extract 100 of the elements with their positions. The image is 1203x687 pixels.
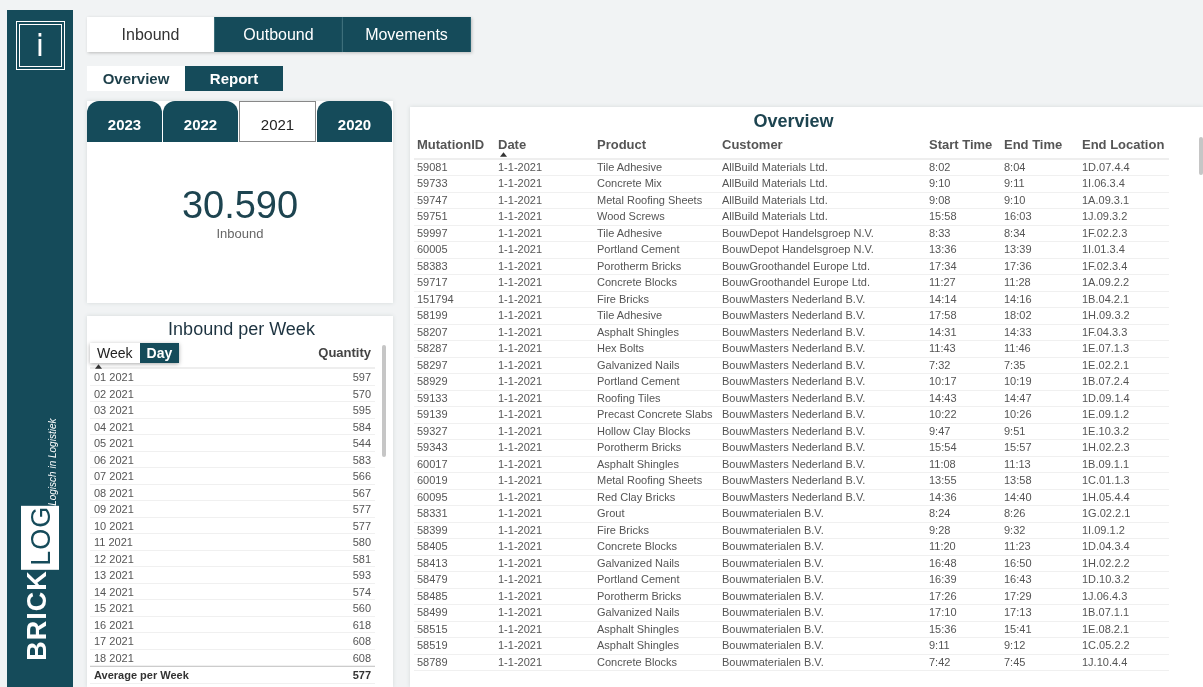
table-cell-text: 08 2021 <box>94 485 134 500</box>
table-cell: 1D.10.3.2 <box>1082 573 1130 586</box>
table-cell: 8:33 <box>929 226 951 239</box>
table-cell: Galvanized Nails <box>597 556 680 569</box>
nav-tab[interactable]: Outbound <box>215 17 343 52</box>
table-cell: 11:23 <box>1004 540 1031 553</box>
table-cell: 1-1-2021 <box>498 507 543 520</box>
year-tab[interactable]: 2020 <box>317 101 392 142</box>
table-cell: 7:42 <box>929 655 951 668</box>
year-tab[interactable]: 2022 <box>163 101 238 142</box>
table-cell: 1-1-2021 <box>498 226 543 239</box>
column-header[interactable]: Product <box>597 137 647 152</box>
table-cell-text: 581 <box>352 551 371 566</box>
table-cell: 1H.05.4.4 <box>1082 490 1130 503</box>
info-button[interactable]: i <box>15 21 65 70</box>
table-cell: 60019 <box>417 474 448 487</box>
table-cell: 58405 <box>417 540 448 553</box>
table-cell: 1H.02.2.3 <box>1082 441 1130 454</box>
table-cell: 1E.10.3.2 <box>1082 424 1130 437</box>
table-cell-text: 09 2021 <box>94 502 134 517</box>
table-cell-text: 13 2021 <box>94 568 134 583</box>
table-cell: 1-1-2021 <box>498 490 543 503</box>
table-cell: 1-1-2021 <box>498 573 543 586</box>
table-cell-text: 06 2021 <box>94 452 134 467</box>
column-header[interactable]: Date <box>498 137 527 152</box>
total-value: 577 <box>352 668 371 683</box>
table-cell: 14:31 <box>929 325 957 338</box>
view-tab[interactable]: Report <box>185 66 283 91</box>
table-cell: 9:51 <box>1004 424 1026 437</box>
column-header[interactable]: End Location <box>1082 137 1165 152</box>
table-cell: 14:14 <box>929 292 957 305</box>
table-cell: 1-1-2021 <box>498 556 543 569</box>
table-cell: Wood Screws <box>597 210 665 223</box>
column-header[interactable]: Customer <box>722 137 783 152</box>
table-cell: 1I.06.3.4 <box>1082 177 1125 190</box>
toggle-button[interactable]: Day <box>139 343 180 363</box>
table-cell: 58519 <box>417 639 448 652</box>
table-cell: BouwDepot Handelsgroep N.V. <box>722 226 874 239</box>
nav-tab[interactable]: Movements <box>343 17 471 52</box>
table-cell-text: 577 <box>352 518 371 533</box>
table-cell: 8:04 <box>1004 161 1026 173</box>
table-cell: AllBuild Materials Ltd. <box>722 210 828 223</box>
table-cell: Concrete Blocks <box>597 655 678 668</box>
table-cell: 58331 <box>417 507 448 520</box>
table-cell: 58413 <box>417 556 448 569</box>
table-cell: BouwMasters Nederland B.V. <box>722 457 866 470</box>
table-cell: 9:11 <box>929 639 950 652</box>
toggle-button[interactable]: Week <box>90 343 140 363</box>
table-cell: BouwGroothandel Europe Ltd. <box>722 276 870 289</box>
year-tab[interactable]: 2021 <box>239 101 316 142</box>
table-cell: 14:36 <box>929 490 957 503</box>
table-cell: 14:47 <box>1004 391 1032 404</box>
table-cell: Porotherm Bricks <box>597 589 682 602</box>
table-cell: 59327 <box>417 424 448 437</box>
table-cell: BouwMasters Nederland B.V. <box>722 309 866 322</box>
view-tab[interactable]: Overview <box>87 66 185 91</box>
table-cell: 59747 <box>417 193 448 206</box>
table-cell: 1H.09.3.2 <box>1082 309 1130 322</box>
year-tab[interactable]: 2023 <box>87 101 162 142</box>
table-cell: BouwMasters Nederland B.V. <box>722 408 866 421</box>
table-cell: 60095 <box>417 490 448 503</box>
column-header[interactable]: Quantity <box>318 345 371 360</box>
table-cell: 16:43 <box>1004 573 1032 586</box>
table-cell: 13:36 <box>929 243 957 256</box>
table-cell-text: 577 <box>352 502 371 517</box>
table-cell: 58207 <box>417 325 448 338</box>
table-cell: Asphalt Shingles <box>597 325 679 338</box>
nav-tab[interactable]: Inbound <box>87 17 215 52</box>
table-cell: 1-1-2021 <box>498 342 543 355</box>
table-cell: 16:50 <box>1004 556 1032 569</box>
table-cell: Roofing Tiles <box>597 391 661 404</box>
kpi-label: Inbound <box>216 226 264 241</box>
scrollbar[interactable] <box>382 345 386 457</box>
table-cell-text: 584 <box>352 419 371 434</box>
table-cell: 59733 <box>417 177 448 190</box>
table-cell: Portland Cement <box>597 243 680 256</box>
table-cell: 58929 <box>417 375 448 388</box>
column-header[interactable]: MutationID <box>417 137 485 152</box>
column-header[interactable]: End Time <box>1004 137 1063 152</box>
table-cell: Bouwmaterialen B.V. <box>722 540 824 553</box>
table-cell: Bouwmaterialen B.V. <box>722 523 824 536</box>
column-header[interactable]: Start Time <box>929 137 993 152</box>
table-cell: Hollow Clay Blocks <box>597 424 691 437</box>
table-cell: 1E.02.2.1 <box>1082 358 1130 371</box>
table-cell: Bouwmaterialen B.V. <box>722 606 824 619</box>
table-cell: 59081 <box>417 161 448 173</box>
table-cell: Red Clay Bricks <box>597 490 676 503</box>
table-cell: 15:57 <box>1004 441 1032 454</box>
table-cell: 7:35 <box>1004 358 1026 371</box>
scrollbar[interactable] <box>1199 137 1203 175</box>
table-cell: 1-1-2021 <box>498 358 543 371</box>
table-cell: Galvanized Nails <box>597 606 680 619</box>
table-cell: 1F.02.2.3 <box>1082 226 1128 239</box>
table-cell: 59133 <box>417 391 448 404</box>
table-cell: 58499 <box>417 606 448 619</box>
table-cell-text: 580 <box>352 535 371 550</box>
table-cell: 11:43 <box>929 342 956 355</box>
table-cell-text: 04 2021 <box>94 419 134 434</box>
table-cell: Porotherm Bricks <box>597 441 682 454</box>
table-cell: BouwDepot Handelsgroep N.V. <box>722 243 874 256</box>
